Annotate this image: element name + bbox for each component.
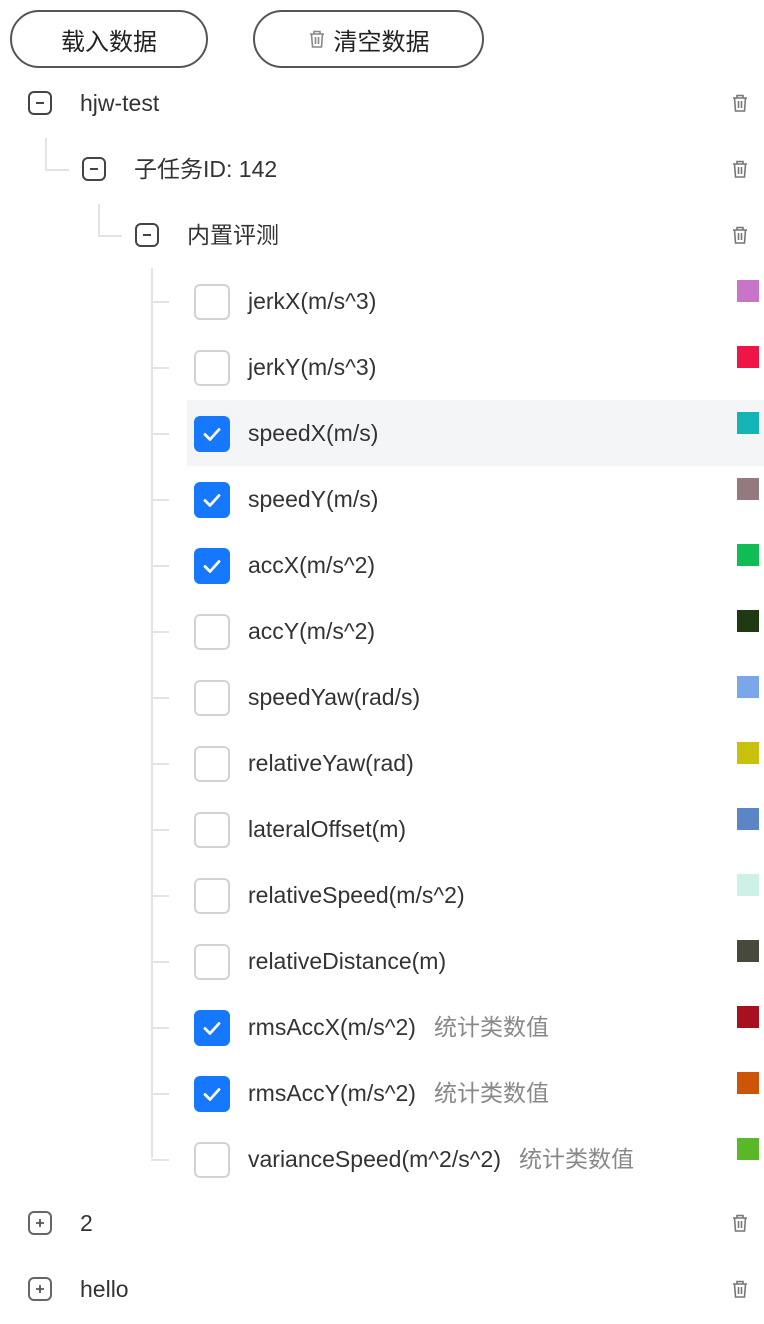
metric-label: accX(m/s^2) xyxy=(248,550,375,580)
metric-label: relativeYaw(rad) xyxy=(248,748,414,778)
tree-node-hello[interactable]: hello xyxy=(0,1258,764,1324)
statistic-tag: 统计类数值 xyxy=(518,1146,634,1172)
metric-name: relativeYaw(rad) xyxy=(248,750,414,776)
metric-label: accY(m/s^2) xyxy=(248,616,375,646)
series-color-swatch xyxy=(737,1072,759,1094)
metric-label: rmsAccY(m/s^2) 统计类数值 xyxy=(248,1078,549,1108)
metric-checkbox[interactable] xyxy=(194,482,230,518)
metric-checkbox[interactable] xyxy=(194,944,230,980)
series-color-swatch xyxy=(737,1138,759,1160)
delete-icon[interactable] xyxy=(728,222,752,248)
metric-checkbox[interactable] xyxy=(194,812,230,848)
metric-checkbox[interactable] xyxy=(194,878,230,914)
tree-node-label: 内置评测 xyxy=(187,222,279,248)
metric-name: accX(m/s^2) xyxy=(248,552,376,578)
metric-label: speedX(m/s) xyxy=(248,418,378,448)
delete-icon[interactable] xyxy=(728,156,752,182)
metric-label: relativeDistance(m) xyxy=(248,946,446,976)
series-color-swatch xyxy=(737,346,759,368)
delete-icon[interactable] xyxy=(728,1276,752,1302)
collapse-icon[interactable] xyxy=(82,157,106,181)
metric-name: speedX(m/s) xyxy=(248,420,379,446)
metric-item[interactable]: jerkX(m/s^3) xyxy=(0,268,764,334)
tree-node-hjw-test[interactable]: hjw-test xyxy=(0,70,764,136)
metric-label: speedYaw(rad/s) xyxy=(248,682,420,712)
metric-name: lateralOffset(m) xyxy=(248,816,407,842)
metric-item[interactable]: varianceSpeed(m^2/s^2) 统计类数值 xyxy=(0,1126,764,1192)
metric-checkbox[interactable] xyxy=(194,746,230,782)
series-color-swatch xyxy=(737,1006,759,1028)
tree-node-builtin-eval[interactable]: 内置评测 xyxy=(0,202,764,268)
expand-icon[interactable] xyxy=(28,1277,52,1301)
series-color-swatch xyxy=(737,676,759,698)
metric-name: relativeDistance(m) xyxy=(248,948,447,974)
metric-label: jerkX(m/s^3) xyxy=(248,286,376,316)
metric-item[interactable]: speedYaw(rad/s) xyxy=(0,664,764,730)
metric-name: varianceSpeed(m^2/s^2) xyxy=(248,1146,501,1172)
clear-data-button[interactable]: 清空数据 xyxy=(253,10,484,68)
series-color-swatch xyxy=(737,808,759,830)
series-color-swatch xyxy=(737,940,759,962)
collapse-icon[interactable] xyxy=(28,91,52,115)
series-color-swatch xyxy=(737,412,759,434)
metric-item[interactable]: relativeYaw(rad) xyxy=(0,730,764,796)
metric-item[interactable]: jerkY(m/s^3) xyxy=(0,334,764,400)
metric-name: rmsAccY(m/s^2) xyxy=(248,1080,416,1106)
metric-item[interactable]: relativeDistance(m) xyxy=(0,928,764,994)
metric-name: speedY(m/s) xyxy=(248,486,379,512)
metric-name: rmsAccX(m/s^2) xyxy=(248,1014,416,1040)
metric-checkbox[interactable] xyxy=(194,1142,230,1178)
trash-icon xyxy=(308,29,326,49)
metric-label: speedY(m/s) xyxy=(248,484,378,514)
metric-checkbox[interactable] xyxy=(194,1076,230,1112)
metric-name: jerkX(m/s^3) xyxy=(248,288,377,314)
metric-checkbox[interactable] xyxy=(194,548,230,584)
metric-item[interactable]: speedX(m/s) xyxy=(0,400,764,466)
delete-icon[interactable] xyxy=(728,90,752,116)
metric-checkbox[interactable] xyxy=(194,350,230,386)
metric-label: relativeSpeed(m/s^2) xyxy=(248,880,465,910)
metric-checkbox[interactable] xyxy=(194,1010,230,1046)
metric-label: varianceSpeed(m^2/s^2) 统计类数值 xyxy=(248,1144,634,1174)
tree-node-label: hello xyxy=(80,1276,129,1302)
series-color-swatch xyxy=(737,610,759,632)
series-color-swatch xyxy=(737,874,759,896)
load-data-button[interactable]: 载入数据 xyxy=(10,10,208,68)
tree-node-label: 2 xyxy=(80,1210,93,1236)
metric-label: rmsAccX(m/s^2) 统计类数值 xyxy=(248,1012,549,1042)
metric-name: accY(m/s^2) xyxy=(248,618,376,644)
tree-node-subtask[interactable]: 子任务ID: 142 xyxy=(0,136,764,202)
collapse-icon[interactable] xyxy=(135,223,159,247)
metric-checkbox[interactable] xyxy=(194,284,230,320)
load-data-label: 载入数据 xyxy=(61,28,157,56)
metric-item[interactable]: lateralOffset(m) xyxy=(0,796,764,862)
metric-item[interactable]: accY(m/s^2) xyxy=(0,598,764,664)
series-color-swatch xyxy=(737,742,759,764)
tree-node-label: 子任务ID: 142 xyxy=(134,156,278,182)
metric-checkbox[interactable] xyxy=(194,416,230,452)
series-color-swatch xyxy=(737,544,759,566)
series-color-swatch xyxy=(737,478,759,500)
metric-checkbox[interactable] xyxy=(194,614,230,650)
metric-item[interactable]: rmsAccY(m/s^2) 统计类数值 xyxy=(0,1060,764,1126)
metric-item[interactable]: relativeSpeed(m/s^2) xyxy=(0,862,764,928)
metric-item[interactable]: accX(m/s^2) xyxy=(0,532,764,598)
metric-label: lateralOffset(m) xyxy=(248,814,406,844)
series-color-swatch xyxy=(737,280,759,302)
clear-data-label: 清空数据 xyxy=(333,28,430,56)
statistic-tag: 统计类数值 xyxy=(433,1014,549,1040)
metric-name: relativeSpeed(m/s^2) xyxy=(248,882,465,908)
tree-node-label: hjw-test xyxy=(80,90,160,116)
metric-name: speedYaw(rad/s) xyxy=(248,684,421,710)
toolbar: 载入数据 清空数据 xyxy=(10,10,750,70)
tree-node-2[interactable]: 2 xyxy=(0,1192,764,1258)
statistic-tag: 统计类数值 xyxy=(433,1080,549,1106)
expand-icon[interactable] xyxy=(28,1211,52,1235)
metric-label: jerkY(m/s^3) xyxy=(248,352,376,382)
metric-checkbox[interactable] xyxy=(194,680,230,716)
delete-icon[interactable] xyxy=(728,1210,752,1236)
metric-item[interactable]: speedY(m/s) xyxy=(0,466,764,532)
metric-item[interactable]: rmsAccX(m/s^2) 统计类数值 xyxy=(0,994,764,1060)
metric-name: jerkY(m/s^3) xyxy=(248,354,377,380)
